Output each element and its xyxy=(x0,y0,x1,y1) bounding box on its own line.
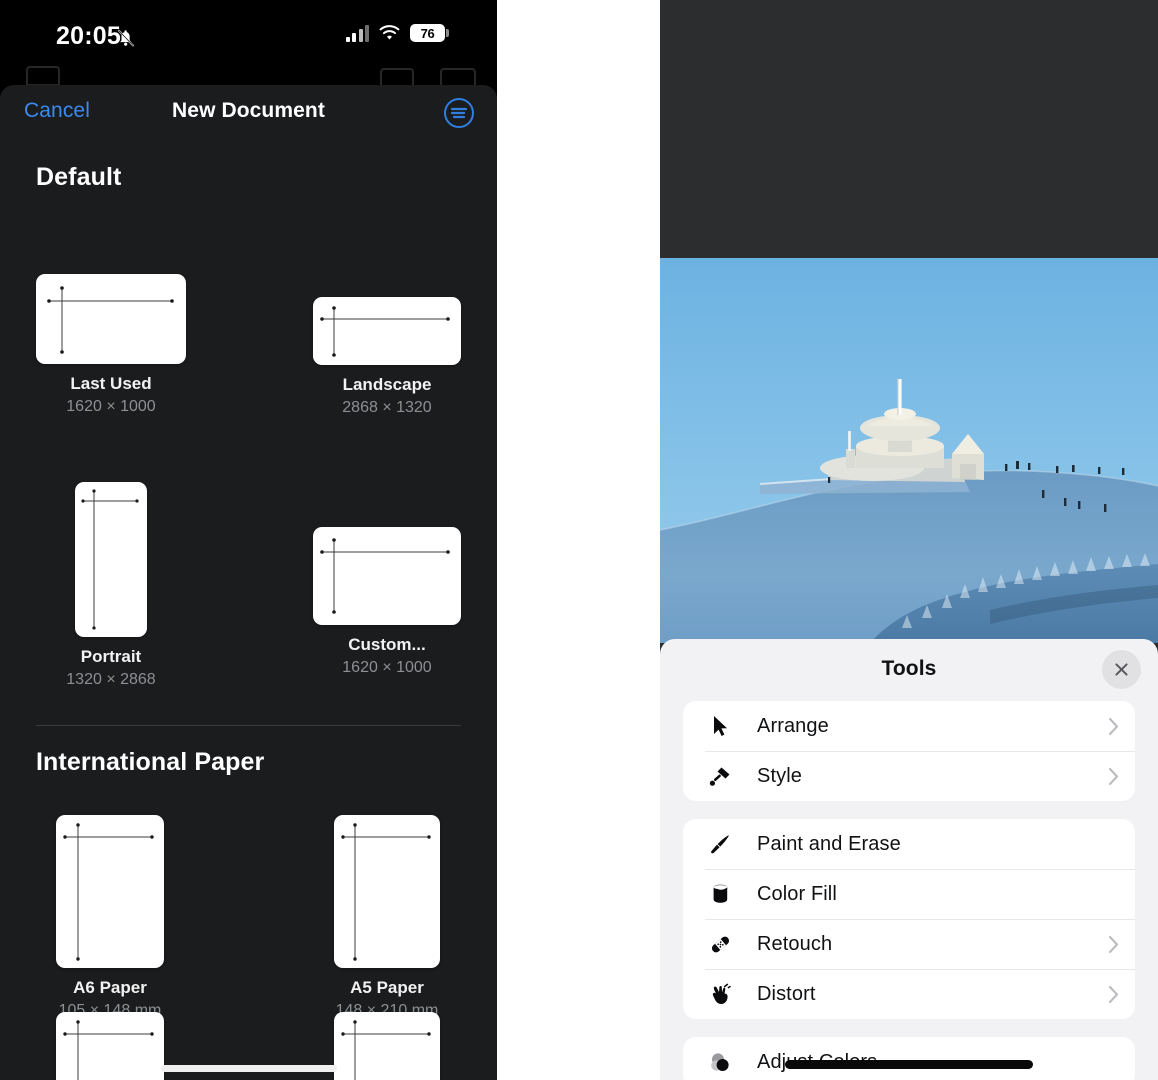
color-circles-icon xyxy=(705,1049,735,1075)
photo-canvas[interactable] xyxy=(660,258,1158,643)
preset-thumbnail xyxy=(313,527,461,625)
preset-name: A6 Paper xyxy=(73,978,147,997)
tool-item-paint-and-erase[interactable]: Paint and Erase xyxy=(683,819,1135,869)
home-indicator xyxy=(785,1060,1033,1069)
preset-thumbnail xyxy=(334,815,440,968)
status-bar-indicators: 76 xyxy=(345,24,449,42)
home-indicator xyxy=(160,1065,337,1072)
section-heading-default: Default xyxy=(36,163,122,191)
tool-group-adjust: Adjust Colors xyxy=(683,1037,1135,1080)
tool-item-style[interactable]: Style xyxy=(683,751,1135,801)
preset-thumbnail xyxy=(313,297,461,365)
presets-scroll-area[interactable]: Default Last Used 1620 × 1000 Landscape … xyxy=(0,141,497,1080)
preset-dimensions: 1620 × 1000 xyxy=(342,659,432,676)
left-phone-screen: 20:05 76 Cancel New Document Default Las… xyxy=(0,0,497,1080)
preset-landscape[interactable]: Landscape 2868 × 1320 xyxy=(313,297,461,417)
preset-thumbnail xyxy=(56,815,164,968)
preset-portrait[interactable]: Portrait 1320 × 2868 xyxy=(36,482,186,689)
battery-indicator: 76 xyxy=(410,24,449,42)
preset-thumbnail xyxy=(75,482,147,637)
wifi-icon xyxy=(379,24,400,40)
preset-name: Landscape xyxy=(342,375,432,394)
tool-group-paint-tools: Paint and Erase Color Fill Retouch Disto… xyxy=(683,819,1135,1019)
section-heading-international-paper: International Paper xyxy=(36,748,265,776)
bandage-icon xyxy=(705,931,735,957)
mountain-summit-photo xyxy=(660,258,1158,643)
chevron-right-icon xyxy=(1108,935,1119,953)
cellular-signal-icon xyxy=(345,24,369,42)
tool-item-color-fill[interactable]: Color Fill xyxy=(683,869,1135,919)
tools-panel-header: Tools xyxy=(660,639,1158,701)
right-phone-screen: Tools Arrange Style Paint and Erase Colo… xyxy=(660,0,1158,1080)
preset-dimensions: 2868 × 1320 xyxy=(342,399,432,416)
tool-label: Style xyxy=(757,764,802,787)
tool-item-arrange[interactable]: Arrange xyxy=(683,701,1135,751)
preset-name: A5 Paper xyxy=(350,978,424,997)
preset-dimensions: 1320 × 2868 xyxy=(66,671,156,688)
tool-label: Paint and Erase xyxy=(757,832,901,855)
chevron-right-icon xyxy=(1108,717,1119,735)
pinch-hand-icon xyxy=(705,981,735,1007)
page-title: New Document xyxy=(172,99,325,122)
tool-label: Color Fill xyxy=(757,882,837,905)
preset-thumbnail xyxy=(56,1012,164,1080)
preset-thumbnail xyxy=(334,1012,440,1080)
tool-item-distort[interactable]: Distort xyxy=(683,969,1135,1019)
preset-a5-paper[interactable]: A5 Paper 148 × 210 mm xyxy=(313,815,461,1020)
preset-last-used[interactable]: Last Used 1620 × 1000 xyxy=(36,274,186,416)
preset-grid-default: Last Used 1620 × 1000 Landscape 2868 × 1… xyxy=(0,192,497,707)
tools-panel: Tools Arrange Style Paint and Erase Colo… xyxy=(660,639,1158,1080)
preset-name: Last Used xyxy=(70,374,152,393)
preset-dimensions: 1620 × 1000 xyxy=(66,398,156,415)
close-button[interactable] xyxy=(1102,650,1141,689)
preset-thumbnail xyxy=(36,274,186,364)
status-bar-time: 20:05 xyxy=(56,22,121,50)
tool-label: Distort xyxy=(757,982,816,1005)
editor-canvas-background xyxy=(660,0,1158,258)
sheet-navbar: Cancel New Document xyxy=(0,85,497,141)
cursor-arrow-icon xyxy=(705,713,735,739)
paint-bucket-icon xyxy=(705,881,735,907)
preset-grid-international: A6 Paper 105 × 148 mm A5 Paper 148 × 210… xyxy=(0,777,497,1080)
paintbrush-icon xyxy=(705,831,735,857)
tool-item-adjust-colors[interactable]: Adjust Colors xyxy=(683,1037,1135,1080)
tool-group-arrange-style: Arrange Style xyxy=(683,701,1135,801)
tool-label: Retouch xyxy=(757,932,833,955)
close-icon xyxy=(1115,663,1128,676)
new-document-sheet: Cancel New Document Default Last Used 16… xyxy=(0,85,497,1080)
tool-label: Arrange xyxy=(757,714,829,737)
tool-item-retouch[interactable]: Retouch xyxy=(683,919,1135,969)
battery-level: 76 xyxy=(420,25,435,41)
list-options-icon[interactable] xyxy=(443,97,475,129)
paint-roller-icon xyxy=(705,763,735,789)
chevron-right-icon xyxy=(1108,985,1119,1003)
preset-custom[interactable]: Custom... 1620 × 1000 xyxy=(313,527,461,677)
preset-name: Custom... xyxy=(348,635,426,654)
bell-slash-icon xyxy=(117,29,134,47)
preset-a6-paper[interactable]: A6 Paper 105 × 148 mm xyxy=(36,815,184,1020)
chevron-right-icon xyxy=(1108,767,1119,785)
tools-panel-title: Tools xyxy=(881,657,937,680)
preset-name: Portrait xyxy=(80,647,142,666)
screenshot-stage: 20:05 76 Cancel New Document Default Las… xyxy=(0,0,1158,1080)
